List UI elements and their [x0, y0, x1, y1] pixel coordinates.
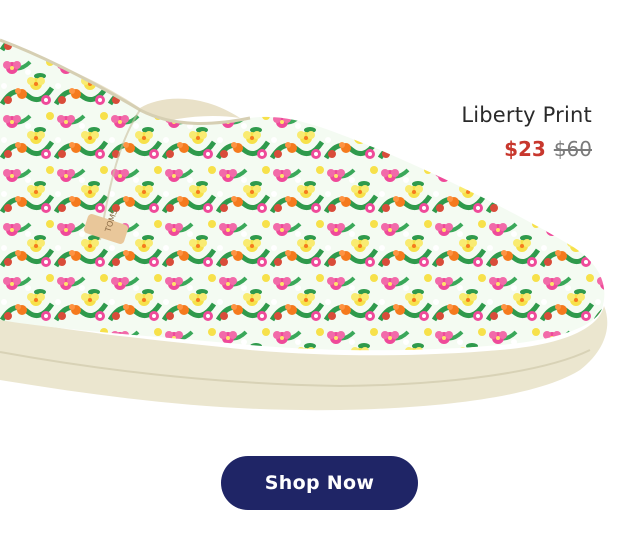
sale-price: $23 [504, 137, 546, 161]
product-name[interactable]: Liberty Print [461, 100, 592, 130]
product-info: Liberty Print $23 $60 [461, 100, 592, 164]
product-image[interactable]: TOMS [0, 0, 640, 430]
original-price: $60 [553, 137, 592, 161]
promo-card: TOMS Liberty Print $23 $60 Shop Now [0, 0, 640, 556]
price-row: $23 $60 [461, 134, 592, 164]
shop-now-button[interactable]: Shop Now [221, 456, 418, 510]
